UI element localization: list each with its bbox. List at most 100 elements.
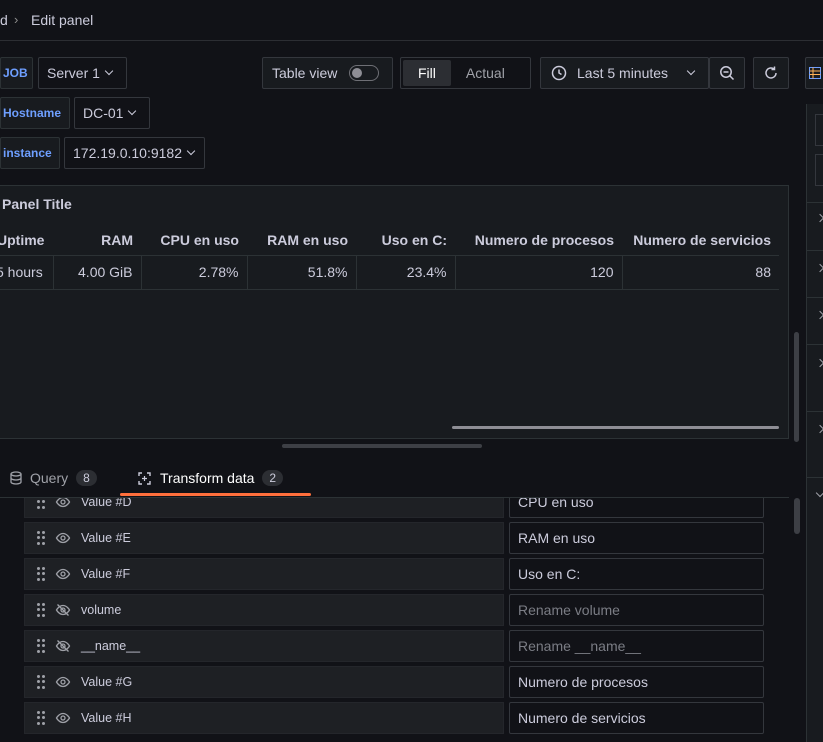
variable-select-hostname[interactable]: DC-01 xyxy=(74,97,150,129)
breadcrumb-parent[interactable]: d xyxy=(0,12,8,28)
horizontal-scrollbar[interactable] xyxy=(452,426,779,429)
time-range-picker[interactable]: Last 5 minutes xyxy=(540,57,709,89)
table-cell: 4.00 GiB xyxy=(53,255,142,290)
options-tab[interactable] xyxy=(815,154,823,186)
eye-slash-icon[interactable] xyxy=(55,638,71,654)
chevron-down-icon[interactable] xyxy=(815,488,823,498)
options-search-input[interactable] xyxy=(815,114,823,146)
rename-field-input[interactable]: Numero de servicios xyxy=(509,702,764,734)
table-cell: 51.8% xyxy=(247,255,357,290)
fill-actual-switch[interactable]: Fill Actual xyxy=(400,57,531,89)
drag-handle-icon[interactable] xyxy=(37,603,45,617)
field-row[interactable]: volume xyxy=(24,594,504,626)
tab-query-label: Query xyxy=(30,470,69,486)
drag-handle-icon[interactable] xyxy=(37,567,45,581)
variable-select-job[interactable]: Server 1 xyxy=(38,57,127,89)
chevron-right-icon[interactable] xyxy=(815,424,823,434)
tab-transform-count: 2 xyxy=(262,470,284,486)
active-tab-indicator xyxy=(120,493,311,496)
eye-icon[interactable] xyxy=(55,497,71,510)
divider xyxy=(807,202,823,203)
drag-handle-icon[interactable] xyxy=(37,531,45,545)
refresh-icon xyxy=(765,66,777,79)
refresh-button[interactable] xyxy=(753,57,789,89)
field-row[interactable]: Value #G xyxy=(24,666,504,698)
data-table: Uptime RAM CPU en uso RAM en uso Uso en … xyxy=(0,226,779,290)
vertical-scrollbar[interactable] xyxy=(794,498,800,534)
field-row[interactable]: __name__ xyxy=(24,630,504,662)
rename-field-input[interactable]: CPU en uso xyxy=(509,498,764,518)
rename-field-input[interactable]: Rename volume xyxy=(509,594,764,626)
organize-fields-list: Value #D CPU en uso Value #E RAM en uso Valu… xyxy=(0,497,789,742)
toggle-switch[interactable] xyxy=(349,65,380,81)
eye-icon[interactable] xyxy=(55,674,71,690)
breadcrumb-separator: › xyxy=(14,12,19,27)
vertical-scrollbar[interactable] xyxy=(794,332,799,442)
rename-field-input[interactable]: Numero de procesos xyxy=(509,666,764,698)
field-row[interactable]: Value #D xyxy=(24,497,504,518)
zoom-out-icon xyxy=(720,66,735,81)
table-view-toggle[interactable]: Table view xyxy=(262,57,393,89)
table-view-label: Table view xyxy=(272,65,338,81)
chevron-down-icon xyxy=(128,106,137,116)
table-row: 5 hours 4.00 GiB 2.78% 51.8% 23.4% 120 8… xyxy=(0,255,779,290)
eye-icon[interactable] xyxy=(55,710,71,726)
variable-label-instance: instance xyxy=(0,137,60,169)
column-header[interactable]: Numero de procesos xyxy=(455,226,622,256)
field-row[interactable]: Value #F xyxy=(24,558,504,590)
table-cell: 120 xyxy=(455,255,623,290)
panel: Panel Title Uptime RAM CPU en uso RAM en… xyxy=(0,185,789,439)
variable-value-job: Server 1 xyxy=(47,65,100,81)
chevron-right-icon[interactable] xyxy=(815,358,823,368)
variable-value-hostname: DC-01 xyxy=(83,105,124,121)
variable-select-instance[interactable]: 172.19.0.10:9182 xyxy=(64,137,205,169)
chevron-down-icon xyxy=(104,66,114,76)
field-name: __name__ xyxy=(81,639,141,653)
chevron-right-icon[interactable] xyxy=(815,213,823,223)
eye-icon[interactable] xyxy=(55,530,71,546)
tab-transform-data[interactable]: Transform data 2 xyxy=(137,460,284,496)
drag-handle-icon[interactable] xyxy=(37,639,45,653)
rename-field-input[interactable]: RAM en uso xyxy=(509,522,764,554)
tab-query[interactable]: Query 8 xyxy=(10,460,97,496)
column-header[interactable]: Uso en C: xyxy=(356,226,455,256)
divider xyxy=(807,477,823,478)
field-row[interactable]: Value #E xyxy=(24,522,504,554)
variable-value-instance: 172.19.0.10:9182 xyxy=(73,145,182,161)
table-cell: 23.4% xyxy=(356,255,456,290)
rename-field-input[interactable]: Rename __name__ xyxy=(509,630,764,662)
drag-handle-icon[interactable] xyxy=(37,675,45,689)
field-row[interactable]: Value #H xyxy=(24,702,504,734)
drag-handle-icon[interactable] xyxy=(37,711,45,725)
rename-field-input[interactable]: Uso en C: xyxy=(509,558,764,590)
fill-option[interactable]: Fill xyxy=(403,60,451,86)
breadcrumb-current: Edit panel xyxy=(31,12,94,28)
zoom-out-button[interactable] xyxy=(709,57,745,89)
chevron-right-icon[interactable] xyxy=(815,263,823,273)
drag-handle-icon[interactable] xyxy=(37,498,45,509)
visualization-picker[interactable] xyxy=(805,57,823,89)
field-name: Value #D xyxy=(81,497,132,509)
options-pane xyxy=(806,104,823,742)
chevron-right-icon[interactable] xyxy=(815,310,823,320)
column-header[interactable]: Numero de servicios xyxy=(622,226,779,256)
field-name: volume xyxy=(81,603,122,617)
eye-icon[interactable] xyxy=(55,566,71,582)
column-header[interactable]: CPU en uso xyxy=(141,226,247,256)
table-icon xyxy=(809,67,821,79)
divider xyxy=(807,250,823,251)
eye-slash-icon[interactable] xyxy=(55,602,71,618)
divider xyxy=(807,344,823,345)
variable-label-job: JOB xyxy=(0,57,33,89)
actual-option[interactable]: Actual xyxy=(451,60,520,86)
field-name: Value #H xyxy=(81,711,132,725)
table-cell: 2.78% xyxy=(141,255,248,290)
column-header[interactable]: RAM xyxy=(53,226,141,256)
column-header[interactable]: Uptime xyxy=(0,226,53,256)
pane-splitter[interactable] xyxy=(282,444,482,448)
divider xyxy=(807,297,823,298)
tab-transform-label: Transform data xyxy=(160,470,255,486)
column-header[interactable]: RAM en uso xyxy=(247,226,356,256)
tab-query-count: 8 xyxy=(76,470,97,486)
panel-title: Panel Title xyxy=(2,196,72,212)
